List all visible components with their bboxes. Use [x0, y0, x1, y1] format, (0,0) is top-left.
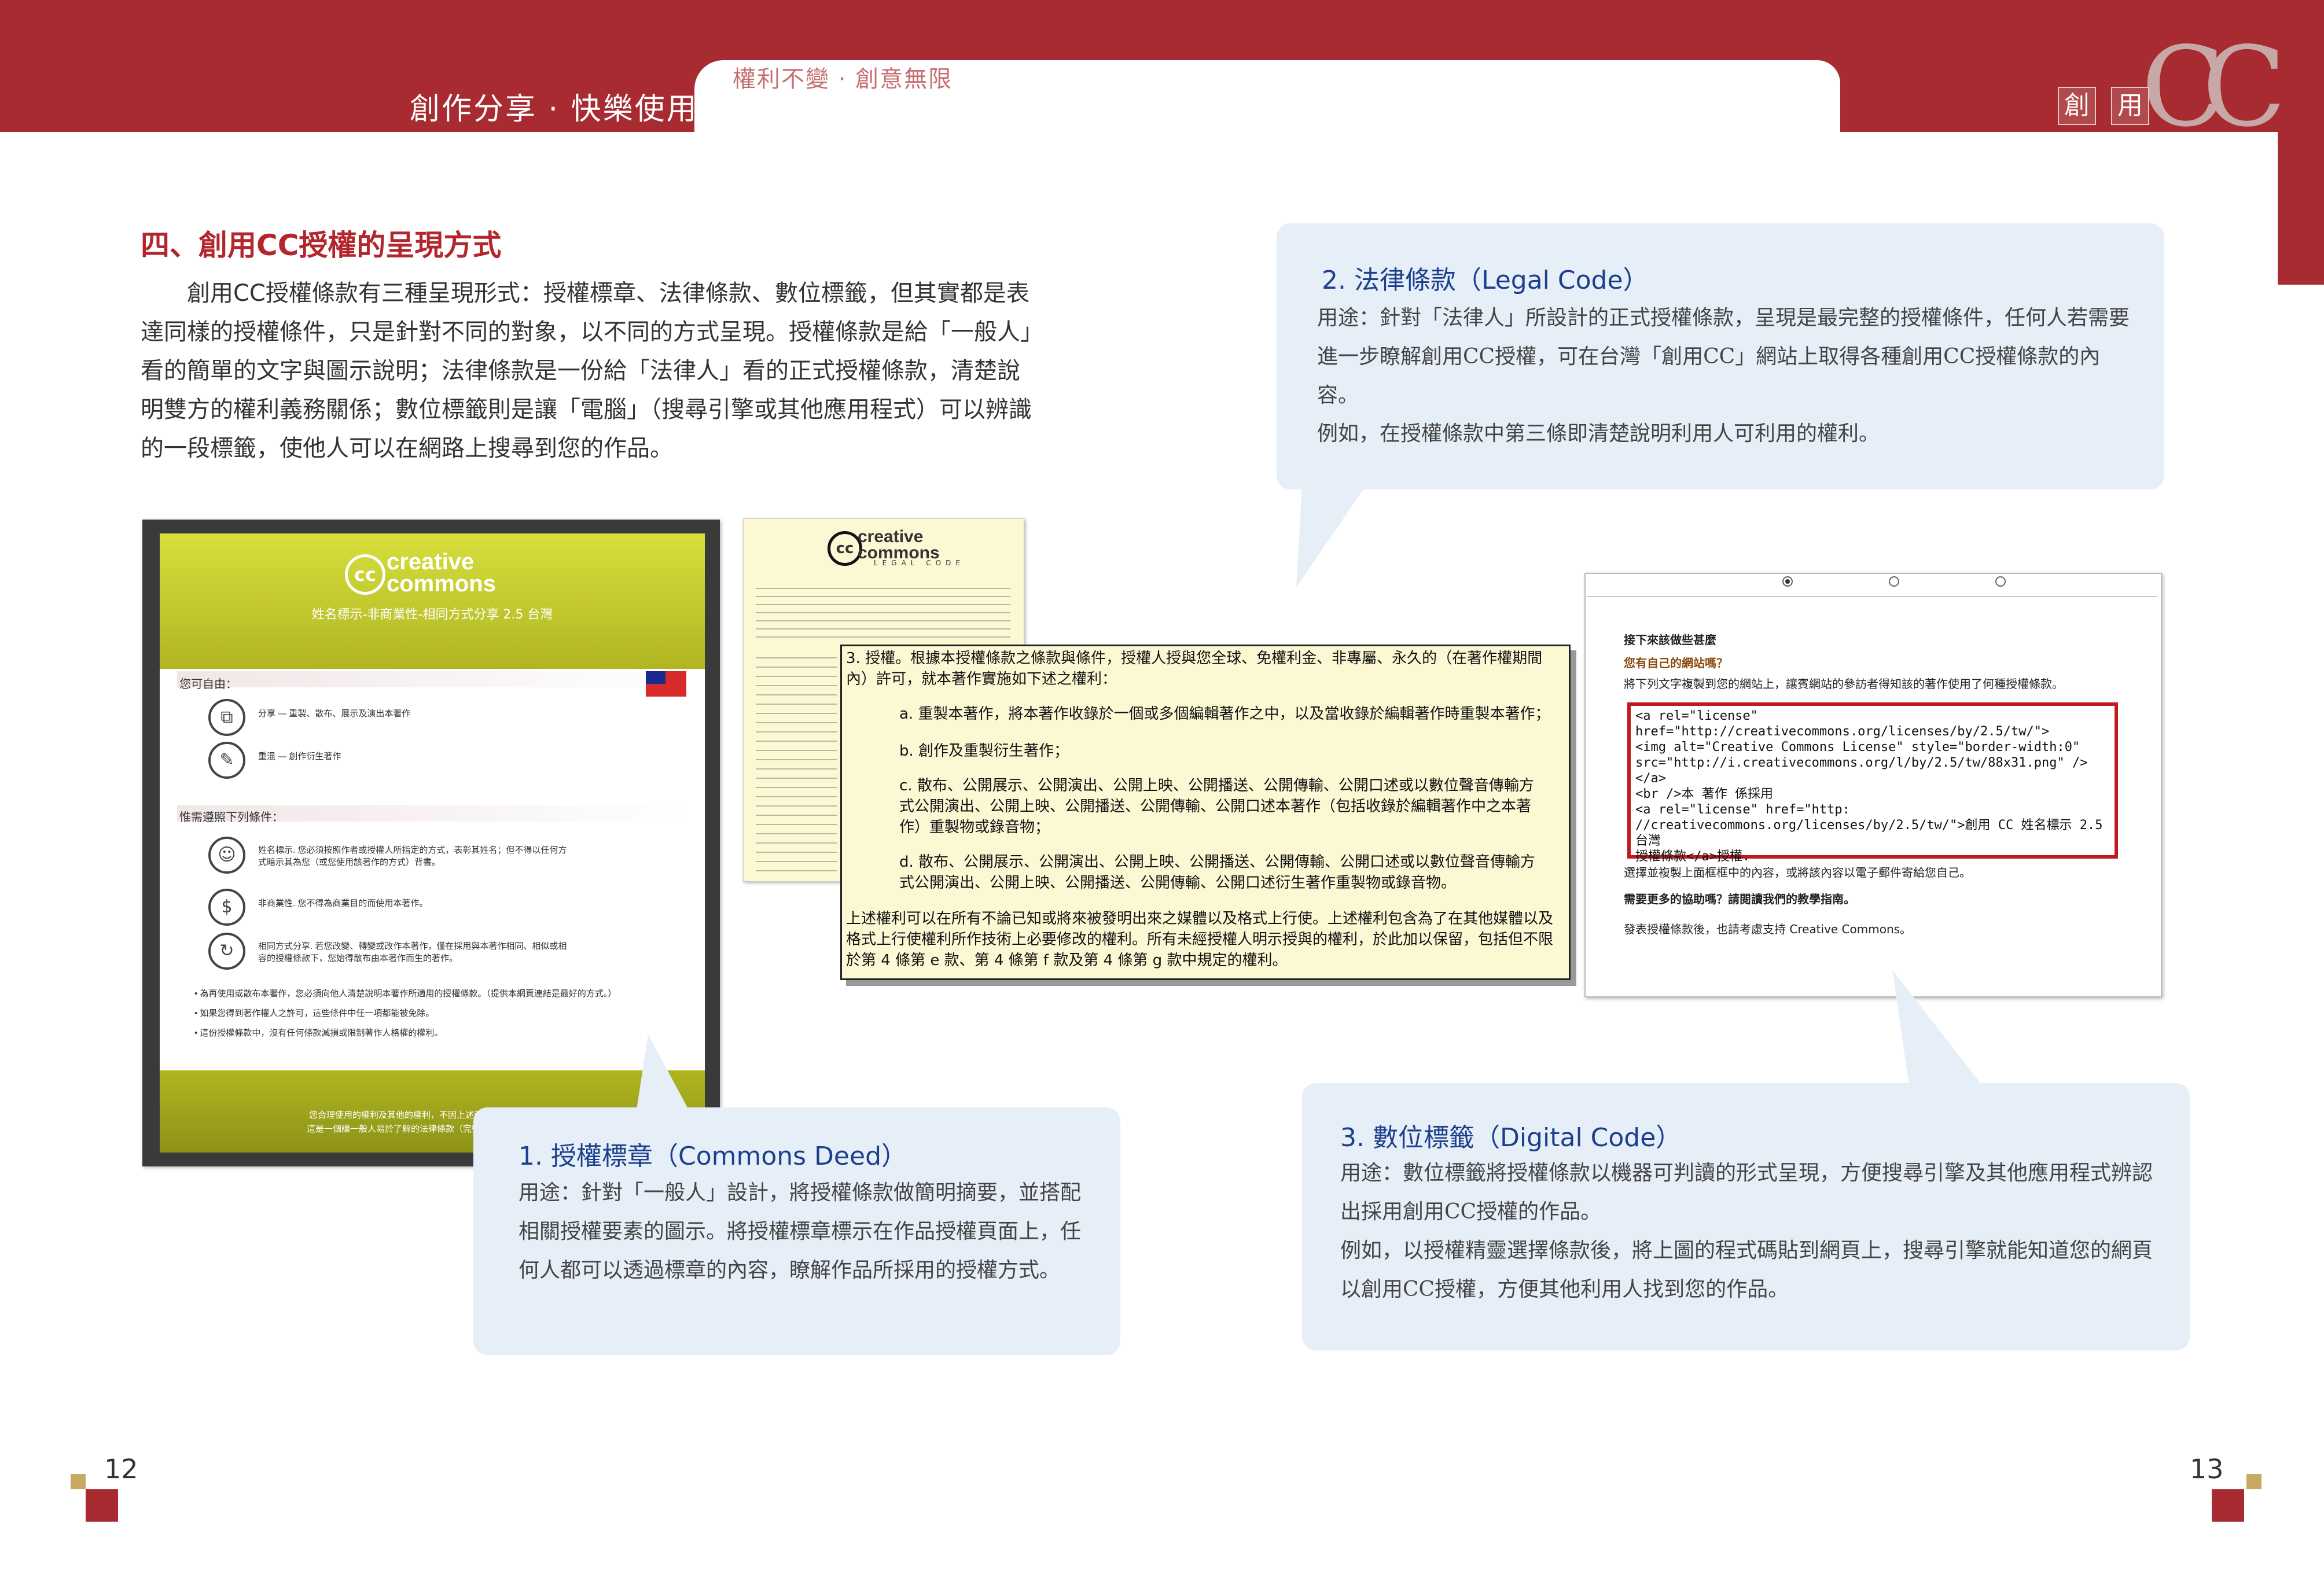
code-line: <a rel="license" [1635, 709, 1758, 723]
logo-char-2: 用 [2111, 87, 2149, 125]
legal-code-text: 用途：針對「法律人」所設計的正式授權條款，呈現是最完整的授權條件，任何人若需要進… [1317, 306, 2130, 407]
digital-code-text: 用途：數位標籤將授權條款以機器可判讀的形式呈現，方便搜尋引擎及其他應用程式辨認出… [1340, 1161, 2153, 1224]
code-q2-text: 發表授權條款後，也請考慮支持 Creative Commons。 [1624, 922, 1912, 936]
legal-cc-logo: creative commons [858, 527, 940, 562]
legal-bubble-pointer [1296, 486, 1366, 587]
deed-cond-item-1: 姓名標示. 您必須按照作者或授權人所指定的方式，表彰其姓名；但不得以任何方式暗示… [258, 845, 567, 867]
deed-bubble-pointer [637, 1034, 689, 1110]
slogan-left: 創作分享 · 快樂使用 [410, 92, 698, 127]
legal-code-title: 2. 法律條款（Legal Code） [1322, 266, 1649, 295]
deed-subtitle: 姓名標示-非商業性-相同方式分享 2.5 台灣 [311, 608, 553, 622]
code-line: <br />本 著作 係採用 [1635, 787, 1773, 801]
remix-icon: ✎ [208, 742, 245, 779]
page-mark-small-left [71, 1474, 86, 1489]
legal-back-text-lines [756, 584, 1010, 642]
page-mark-large-right [2212, 1489, 2244, 1522]
radio-3[interactable] [1995, 576, 2006, 587]
deed-free-heading: 您可自由： [179, 678, 237, 691]
digital-code-example: 例如，以授權精靈選擇條款後，將上圖的程式碼貼到網頁上，搜尋引擎就能知道您的網頁以… [1340, 1239, 2153, 1301]
code-question-2: 需要更多的協助嗎？請閱讀我們的教學指南。 [1624, 892, 1855, 906]
deed-cond-item-2: 非商業性. 您不得為商業目的而使用本著作。 [258, 899, 428, 908]
noncommercial-icon: $ [208, 889, 245, 926]
code-heading: 接下來該做些甚麼 [1624, 633, 1716, 647]
sharealike-icon: ↻ [208, 933, 245, 970]
cc-logo-mark: CC [2141, 23, 2286, 151]
legal-tail: 上述權利可以在所有不論已知或將來被發明出來之媒體以及格式上行使。上述權利包含為了… [846, 910, 1554, 969]
legal-item-d: d. 散布、公開展示、公開演出、公開上映、公開播送、公開傳輸、公開口述或以數位聲… [899, 853, 1536, 892]
page-number-right: 13 [2190, 1453, 2224, 1485]
code-radio-row [1587, 575, 2157, 597]
radio-2[interactable] [1889, 576, 1899, 587]
code-line: 授權條款</a>授權. [1635, 849, 1751, 864]
deed-bullet-3: • 這份授權條款中，沒有任何條款減損或限制著作人格權的權利。 [194, 1028, 443, 1038]
deed-bullet-2: • 如果您得到著作權人之許可，這些條件中任一項都能被免除。 [194, 1008, 435, 1018]
code-line: //creativecommons.org/licenses/by/2.5/tw… [1635, 818, 2103, 848]
digital-code-title: 3. 數位標籤（Digital Code） [1340, 1123, 1682, 1153]
radio-1[interactable] [1782, 576, 1793, 587]
legal-clause-head: 3. 授權。根據本授權條款之條款與條件，授權人授與您全球、免權利金、非專屬、永久… [846, 650, 1543, 688]
page-mark-large-left [86, 1489, 118, 1522]
deed-free-item-2: 重混 — 創作衍生著作 [258, 752, 341, 761]
logo-char-1: 創 [2058, 87, 2096, 125]
deed-cond-item-3: 相同方式分享. 若您改變、轉變或改作本著作，僅在採用與本著作相同、相似或相容的授… [258, 941, 567, 963]
legal-item-b: b. 創作及重製衍生著作； [899, 742, 1069, 760]
taiwan-flag-icon [646, 671, 686, 697]
deed-cond-heading: 惟需遵照下列條件： [179, 811, 284, 824]
code-line: <a rel="license" href="http: [1635, 802, 1850, 817]
header-right-edge [2278, 0, 2324, 285]
legal-item-c: c. 散布、公開展示、公開演出、公開上映、公開播送、公開傳輸、公開口述或以數位聲… [899, 777, 1534, 836]
deed-free-item-1: 分享 — 重製、散布、展示及演出本著作 [258, 709, 411, 719]
section-title: 四、創用CC授權的呈現方式 [141, 229, 502, 262]
legal-back-text-lines-2 [756, 654, 837, 874]
commons-deed-title: 1. 授權標章（Commons Deed） [519, 1142, 907, 1171]
code-line: <img alt="Creative Commons License" styl… [1635, 740, 2080, 754]
intro-paragraph: 創用CC授權條款有三種呈現形式：授權標章、法律條款、數位標籤，但其實都是表達同樣… [141, 280, 1032, 462]
code-q1-text: 將下列文字複製到您的網站上，讓賓網站的參訪者得知該的著作使用了何種授權條款。 [1624, 677, 2064, 691]
deed-bullet-1: • 為再使用或散布本著作，您必須向他人清楚說明本著作所適用的授權條款。（提供本網… [194, 989, 617, 999]
legal-item-a: a. 重製本著作，將本著作收錄於一個或多個編輯著作之中，以及當收錄於編輯著作時重… [899, 705, 1550, 723]
legal-sublogo: LEGAL CODE [874, 559, 965, 567]
code-line: src="http://i.creativecommons.org/l/by/2… [1635, 756, 2088, 770]
deed-free-bar [177, 671, 692, 687]
license-code-box[interactable]: <a rel="license" href="http://creativeco… [1627, 702, 2118, 864]
page-number-left: 12 [104, 1453, 138, 1485]
legal-cc-icon: cc [828, 531, 862, 566]
code-line: </a> [1635, 771, 1666, 786]
share-icon: ⧉ [208, 699, 245, 736]
deed-cc-logo: creative commons [387, 549, 496, 597]
code-line: href="http://creativecommons.org/license… [1635, 724, 2050, 739]
slogan-right: 權利不變 · 創意無限 [733, 66, 953, 93]
code-after-text: 選擇並複製上面框框中的內容，或將該內容以電子郵件寄給您自己。 [1624, 866, 1971, 879]
cc-circle-icon: cc [345, 554, 385, 595]
code-question-1: 您有自己的網站嗎？ [1624, 656, 1728, 670]
page-mark-small-right [2246, 1474, 2262, 1489]
attribution-icon: ☺ [208, 837, 245, 874]
digital-bubble-pointer [1892, 970, 1985, 1089]
commons-deed-text: 用途：針對「一般人」設計，將授權條款做簡明摘要，並搭配相關授權要素的圖示。將授權… [519, 1181, 1082, 1282]
legal-code-example: 例如，在授權條款中第三條即清楚說明利用人可利用的權利。 [1317, 422, 1880, 446]
